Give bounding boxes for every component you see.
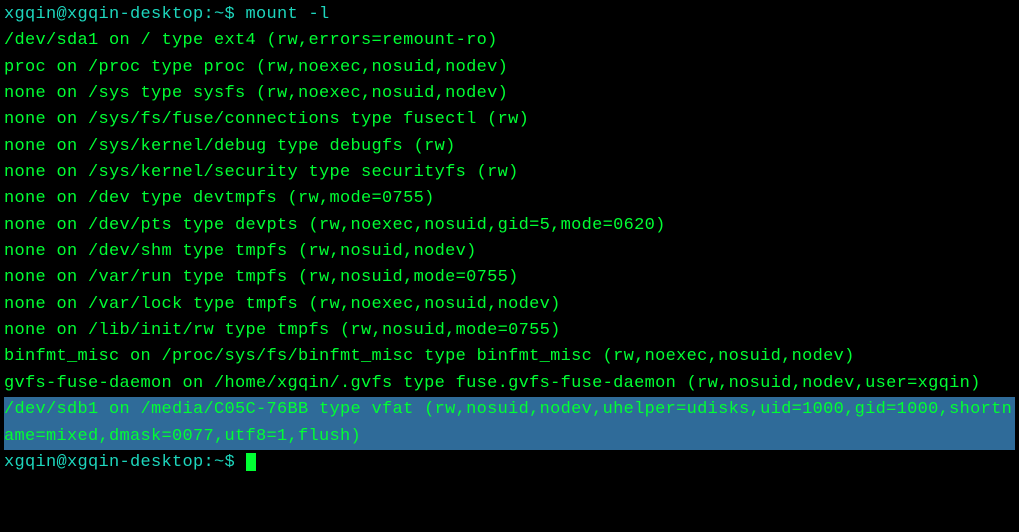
output-line: none on /var/lock type tmpfs (rw,noexec,…: [4, 292, 1015, 318]
output-line: none on /var/run type tmpfs (rw,nosuid,m…: [4, 265, 1015, 291]
output-line: binfmt_misc on /proc/sys/fs/binfmt_misc …: [4, 344, 1015, 370]
output-line: none on /dev/pts type devpts (rw,noexec,…: [4, 213, 1015, 239]
output-line: proc on /proc type proc (rw,noexec,nosui…: [4, 55, 1015, 81]
highlighted-output-line: /dev/sdb1 on /media/C05C-76BB type vfat …: [4, 397, 1015, 450]
prompt-line[interactable]: xgqin@xgqin-desktop:~$: [4, 450, 1015, 476]
output-line: none on /lib/init/rw type tmpfs (rw,nosu…: [4, 318, 1015, 344]
output-line: none on /dev type devtmpfs (rw,mode=0755…: [4, 186, 1015, 212]
output-line: none on /dev/shm type tmpfs (rw,nosuid,n…: [4, 239, 1015, 265]
command-line: xgqin@xgqin-desktop:~$ mount -l: [4, 2, 1015, 28]
shell-prompt: xgqin@xgqin-desktop:~$: [4, 5, 246, 24]
output-line: gvfs-fuse-daemon on /home/xgqin/.gvfs ty…: [4, 371, 1015, 397]
shell-prompt: xgqin@xgqin-desktop:~$: [4, 453, 246, 472]
terminal-window[interactable]: xgqin@xgqin-desktop:~$ mount -l /dev/sda…: [4, 2, 1015, 476]
output-block: /dev/sda1 on / type ext4 (rw,errors=remo…: [4, 28, 1015, 397]
cursor-block: [246, 453, 256, 471]
output-line: none on /sys type sysfs (rw,noexec,nosui…: [4, 81, 1015, 107]
output-line: none on /sys/kernel/debug type debugfs (…: [4, 134, 1015, 160]
command-text: mount -l: [246, 5, 330, 24]
output-line: none on /sys/fs/fuse/connections type fu…: [4, 107, 1015, 133]
output-line: /dev/sda1 on / type ext4 (rw,errors=remo…: [4, 28, 1015, 54]
output-line: none on /sys/kernel/security type securi…: [4, 160, 1015, 186]
